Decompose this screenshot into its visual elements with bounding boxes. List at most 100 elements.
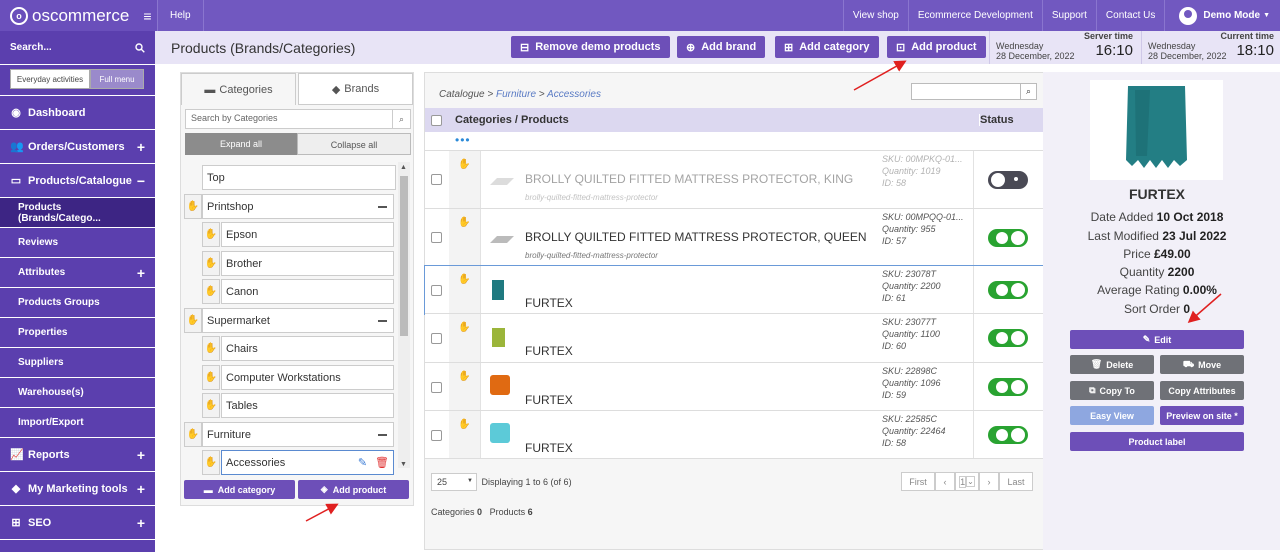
remove-demo-products-button[interactable]: ⊟ Remove demo products bbox=[511, 36, 670, 58]
drag-handle-icon[interactable]: ✋ bbox=[184, 308, 202, 333]
collapse-icon[interactable] bbox=[378, 320, 387, 322]
collapse-icon[interactable] bbox=[378, 206, 387, 208]
view-shop-link[interactable]: View shop bbox=[842, 0, 908, 31]
pager-first[interactable]: First bbox=[901, 472, 935, 491]
add-brand-button[interactable]: ⊕ Add brand bbox=[677, 36, 766, 58]
row-checkbox[interactable] bbox=[431, 430, 442, 441]
search-icon[interactable]: ⌕ bbox=[1020, 84, 1036, 99]
trash-icon[interactable]: 🗑 bbox=[375, 456, 389, 469]
everyday-activities-toggle[interactable]: Everyday activities bbox=[10, 69, 90, 89]
tree-node-brother[interactable]: Brother bbox=[221, 251, 394, 276]
row-checkbox[interactable] bbox=[431, 382, 442, 393]
breadcrumb-accessories[interactable]: Accessories bbox=[547, 89, 601, 100]
table-row[interactable]: ✋ FURTEX SKU: 22585C Quantity: 22464 ID: 5… bbox=[425, 411, 1043, 459]
add-product-button[interactable]: ⊡ Add product bbox=[887, 36, 986, 58]
tree-scrollbar[interactable]: ▲ ▼ bbox=[398, 162, 410, 468]
product-name[interactable]: FURTEX bbox=[525, 441, 573, 455]
sidebar-item-suppliers[interactable]: Suppliers bbox=[0, 348, 155, 378]
sidebar-item-import-export[interactable]: Import/Export bbox=[0, 408, 155, 438]
more-icon[interactable]: ••• bbox=[455, 133, 471, 147]
status-toggle[interactable] bbox=[988, 378, 1028, 396]
drag-handle-icon[interactable]: ✋ bbox=[202, 336, 220, 361]
pencil-icon[interactable]: ✎ bbox=[358, 456, 367, 469]
product-search-input[interactable]: ⌕ bbox=[911, 83, 1037, 100]
sidebar-item-orders[interactable]: 👥 Orders/Customers + bbox=[0, 130, 155, 164]
collapse-icon[interactable] bbox=[378, 434, 387, 436]
expand-all-button[interactable]: Expand all bbox=[185, 133, 297, 155]
collapse-all-button[interactable]: Collapse all bbox=[297, 133, 411, 155]
edit-button[interactable]: ✎ Edit bbox=[1070, 330, 1244, 349]
copy-attributes-button[interactable]: Copy Attributes bbox=[1160, 381, 1244, 400]
tree-node-printshop[interactable]: Printshop bbox=[202, 194, 394, 219]
tab-brands[interactable]: ◆ Brands bbox=[298, 73, 413, 105]
tree-node-tables[interactable]: Tables bbox=[221, 393, 394, 418]
product-name[interactable]: FURTEX bbox=[525, 393, 573, 407]
row-checkbox[interactable] bbox=[431, 174, 442, 185]
pager-page-select[interactable]: 1 ⌄ bbox=[955, 472, 979, 491]
sidebar-item-products-catalogue[interactable]: ▭ Products/Catalogue − bbox=[0, 164, 155, 198]
drag-handle-icon[interactable]: ✋ bbox=[449, 411, 481, 458]
drag-handle-icon[interactable]: ✋ bbox=[449, 363, 481, 410]
move-button[interactable]: ⛟ Move bbox=[1160, 355, 1244, 374]
sidebar-item-properties[interactable]: Properties bbox=[0, 318, 155, 348]
product-name[interactable]: BROLLY QUILTED FITTED MATTRESS PROTECTOR… bbox=[525, 230, 867, 244]
status-toggle[interactable] bbox=[988, 171, 1028, 189]
row-checkbox[interactable] bbox=[431, 333, 442, 344]
product-name[interactable]: FURTEX bbox=[525, 296, 573, 310]
status-toggle[interactable] bbox=[988, 329, 1028, 347]
status-toggle[interactable] bbox=[988, 281, 1028, 299]
row-checkbox[interactable] bbox=[431, 232, 442, 243]
tree-node-furniture[interactable]: Furniture bbox=[202, 422, 394, 447]
sidebar-item-dashboard[interactable]: ◉ Dashboard bbox=[0, 96, 155, 130]
table-row[interactable]: ✋ BROLLY QUILTED FITTED MATTRESS PROTECT… bbox=[425, 209, 1043, 266]
tree-node-epson[interactable]: Epson bbox=[221, 222, 394, 247]
category-search-input[interactable]: Search by Categories ⌕ bbox=[185, 109, 411, 129]
search-icon[interactable]: ⌕ bbox=[392, 110, 410, 128]
drag-handle-icon[interactable]: ✋ bbox=[184, 422, 202, 447]
logo[interactable]: o oscommerce ≡ bbox=[0, 0, 158, 31]
sidebar-item-seo[interactable]: ⊞ SEO + bbox=[0, 506, 155, 540]
easy-view-button[interactable]: Easy View bbox=[1070, 406, 1154, 425]
chevron-left-icon[interactable]: ‹ bbox=[935, 472, 955, 491]
user-menu[interactable]: Demo Mode ▼ bbox=[1164, 0, 1280, 31]
drag-handle-icon[interactable]: ✋ bbox=[202, 450, 220, 475]
tree-add-product-button[interactable]: ◈ Add product bbox=[298, 480, 409, 499]
product-name[interactable]: BROLLY QUILTED FITTED MATTRESS PROTECTOR… bbox=[525, 172, 853, 186]
scrollbar-thumb[interactable] bbox=[400, 176, 408, 336]
drag-handle-icon[interactable]: ✋ bbox=[449, 151, 481, 208]
table-row[interactable]: ✋ FURTEX SKU: 23077T Quantity: 1100 ID: 60 bbox=[425, 314, 1043, 363]
sidebar-item-attributes[interactable]: Attributes + bbox=[0, 258, 155, 288]
tree-node-supermarket[interactable]: Supermarket bbox=[202, 308, 394, 333]
sidebar-item-products-groups[interactable]: Products Groups bbox=[0, 288, 155, 318]
scroll-down-icon[interactable]: ▼ bbox=[400, 461, 407, 468]
tree-node-accessories[interactable]: Accessories ✎ 🗑 bbox=[221, 450, 394, 475]
select-all-checkbox[interactable] bbox=[431, 115, 442, 126]
tree-node-computer-workstations[interactable]: Computer Workstations bbox=[221, 365, 394, 390]
tree-add-category-button[interactable]: ▬ Add category bbox=[184, 480, 295, 499]
tree-node-canon[interactable]: Canon bbox=[221, 279, 394, 304]
drag-handle-icon[interactable]: ✋ bbox=[184, 194, 202, 219]
status-toggle[interactable] bbox=[988, 426, 1028, 444]
tree-node-top[interactable]: Top bbox=[202, 165, 396, 190]
breadcrumb-furniture[interactable]: Furniture bbox=[496, 89, 536, 100]
support-link[interactable]: Support bbox=[1041, 0, 1096, 31]
delete-button[interactable]: 🗑 Delete bbox=[1070, 355, 1154, 374]
table-row[interactable]: ✋ FURTEX SKU: 22898C Quantity: 1096 ID: 59 bbox=[425, 363, 1043, 411]
pager-last[interactable]: Last bbox=[999, 472, 1033, 491]
copy-to-button[interactable]: ⧉ Copy To bbox=[1070, 381, 1154, 400]
sidebar-item-reviews[interactable]: Reviews bbox=[0, 228, 155, 258]
drag-handle-icon[interactable]: ✋ bbox=[202, 365, 220, 390]
drag-handle-icon[interactable]: ✋ bbox=[449, 266, 481, 313]
ecommerce-development-link[interactable]: Ecommerce Development bbox=[907, 0, 1042, 31]
sidebar-item-warehouses[interactable]: Warehouse(s) bbox=[0, 378, 155, 408]
chevron-right-icon[interactable]: › bbox=[979, 472, 999, 491]
product-name[interactable]: FURTEX bbox=[525, 344, 573, 358]
table-row[interactable]: ✋ BROLLY QUILTED FITTED MATTRESS PROTECT… bbox=[425, 151, 1043, 209]
drag-handle-icon[interactable]: ✋ bbox=[202, 222, 220, 247]
product-label-button[interactable]: Product label bbox=[1070, 432, 1244, 451]
sidebar-search[interactable]: Search... bbox=[0, 31, 155, 65]
drag-handle-icon[interactable]: ✋ bbox=[202, 393, 220, 418]
drag-handle-icon[interactable]: ✋ bbox=[449, 209, 481, 265]
contact-us-link[interactable]: Contact Us bbox=[1095, 0, 1164, 31]
sidebar-item-products-brands[interactable]: Products (Brands/Catego... bbox=[0, 198, 155, 228]
